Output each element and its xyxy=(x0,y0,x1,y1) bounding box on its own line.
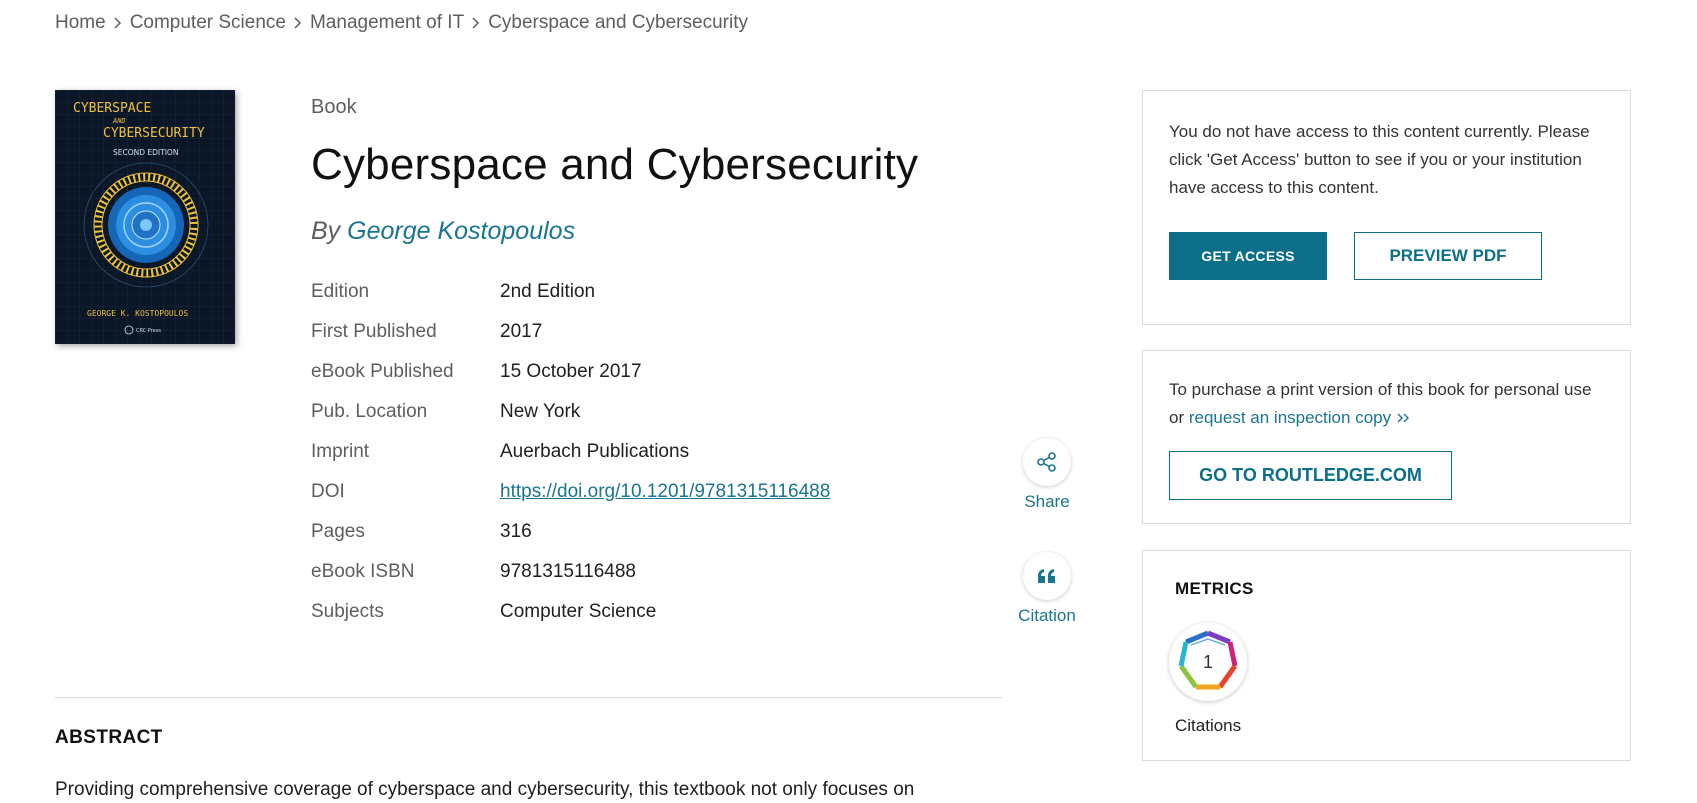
detail-label: Pub. Location xyxy=(311,401,428,422)
detail-label: First Published xyxy=(311,321,437,342)
abstract-text: Providing comprehensive coverage of cybe… xyxy=(55,779,915,800)
detail-row-first-published: First Published 2017 xyxy=(311,312,830,352)
inspection-copy-text[interactable]: request an inspection copy xyxy=(1189,408,1391,427)
share-label[interactable]: Share xyxy=(1024,492,1069,512)
page-title: Cyberspace and Cybersecurity xyxy=(311,140,919,189)
cover-edition: SECOND EDITION xyxy=(113,148,178,157)
double-chevron-right-icon xyxy=(1397,413,1409,423)
detail-row-subjects: Subjects Computer Science xyxy=(311,592,830,632)
byline-prefix: By xyxy=(311,217,341,245)
detail-value: 9781315116488 xyxy=(500,561,636,582)
detail-value: Computer Science xyxy=(500,601,657,622)
detail-value: New York xyxy=(500,401,581,422)
citation-button[interactable]: Citation xyxy=(1002,552,1092,626)
detail-row-ebook-published: eBook Published 15 October 2017 xyxy=(311,352,830,392)
quote-icon[interactable] xyxy=(1023,552,1071,600)
cover-publisher: CRC Press xyxy=(136,328,161,334)
cover-title-2: AND xyxy=(112,117,126,125)
detail-row-pages: Pages 316 xyxy=(311,512,830,552)
breadcrumb-current: Cyberspace and Cybersecurity xyxy=(488,12,748,33)
section-divider xyxy=(55,697,1002,698)
access-message: You do not have access to this content c… xyxy=(1169,122,1590,197)
preview-pdf-button[interactable]: PREVIEW PDF xyxy=(1354,232,1542,280)
cover-title-1: CYBERSPACE xyxy=(73,101,151,116)
get-access-button[interactable]: GET ACCESS xyxy=(1169,232,1327,280)
detail-label: eBook Published xyxy=(311,361,454,382)
detail-row-doi: DOI https://doi.org/10.1201/978131511648… xyxy=(311,472,830,512)
doi-link[interactable]: https://doi.org/10.1201/9781315116488 xyxy=(500,481,830,503)
chevron-right-icon xyxy=(293,16,303,30)
breadcrumb-home[interactable]: Home xyxy=(55,12,106,34)
metrics-title: METRICS xyxy=(1175,579,1254,598)
detail-value: Auerbach Publications xyxy=(500,441,690,462)
breadcrumb-management-of-it[interactable]: Management of IT xyxy=(310,12,464,34)
detail-value: 2017 xyxy=(500,321,543,342)
detail-label: Subjects xyxy=(311,601,384,622)
citation-count: 1 xyxy=(1202,651,1213,672)
book-details: Edition 2nd Edition First Published 2017… xyxy=(311,272,830,632)
breadcrumb: Home Computer Science Management of IT C… xyxy=(55,12,748,34)
citations-label: Citations xyxy=(1175,716,1242,735)
chevron-right-icon xyxy=(113,16,123,30)
breadcrumb-computer-science[interactable]: Computer Science xyxy=(130,12,286,34)
cover-author: GEORGE K. KOSTOPOULOS xyxy=(87,309,188,318)
detail-label: Imprint xyxy=(311,441,370,462)
purchase-panel: To purchase a print version of this book… xyxy=(1142,350,1631,524)
detail-label: Edition xyxy=(311,281,370,302)
book-cover: CYBERSPACE AND CYBERSECURITY SECOND EDIT… xyxy=(55,90,235,344)
inspection-copy-link[interactable]: request an inspection copy xyxy=(1189,408,1412,427)
chevron-right-icon xyxy=(471,16,481,30)
detail-value: 316 xyxy=(500,521,532,542)
share-button[interactable]: Share xyxy=(1002,438,1092,512)
detail-label: Pages xyxy=(311,521,365,542)
detail-row-ebook-isbn: eBook ISBN 9781315116488 xyxy=(311,552,830,592)
cover-title-3: CYBERSECURITY xyxy=(103,126,205,141)
metrics-panel: METRICS 1 Citations xyxy=(1142,550,1631,761)
content-type-label: Book xyxy=(311,96,357,118)
dimensions-badge[interactable]: 1 xyxy=(1169,623,1247,701)
detail-row-pub-location: Pub. Location New York xyxy=(311,392,830,432)
citation-label[interactable]: Citation xyxy=(1018,606,1076,626)
purchase-message: To purchase a print version of this book… xyxy=(1169,376,1609,432)
detail-label: DOI xyxy=(311,481,345,502)
byline: By George Kostopoulos xyxy=(311,217,575,246)
share-icon[interactable] xyxy=(1023,438,1071,486)
detail-value: 2nd Edition xyxy=(500,281,596,302)
detail-value: 15 October 2017 xyxy=(500,361,642,382)
abstract-heading: ABSTRACT xyxy=(55,727,163,748)
go-to-routledge-button[interactable]: GO TO ROUTLEDGE.COM xyxy=(1169,451,1452,500)
detail-label: eBook ISBN xyxy=(311,561,415,582)
detail-row-edition: Edition 2nd Edition xyxy=(311,272,830,312)
detail-row-imprint: Imprint Auerbach Publications xyxy=(311,432,830,472)
author-link[interactable]: George Kostopoulos xyxy=(347,217,575,245)
access-panel: You do not have access to this content c… xyxy=(1142,90,1631,325)
